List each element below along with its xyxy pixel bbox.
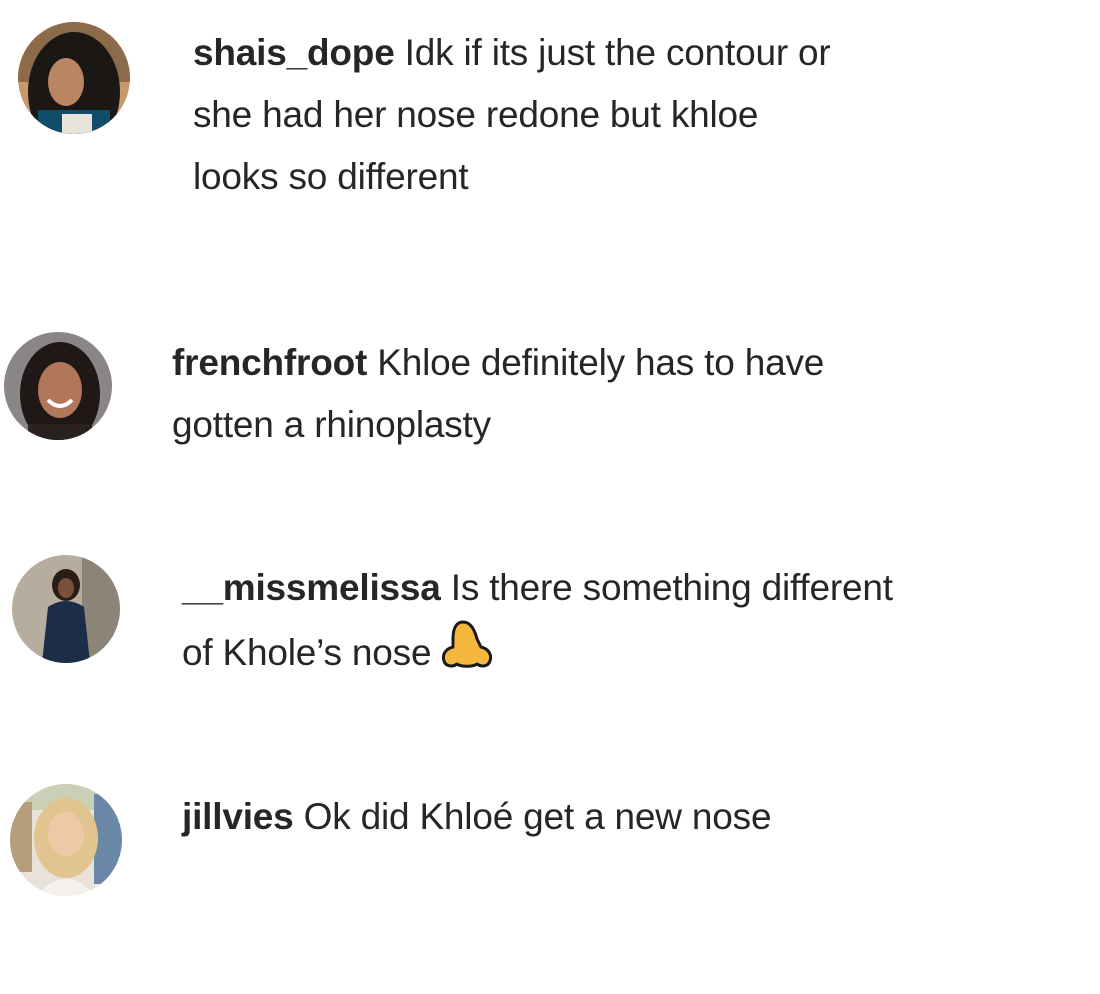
avatar-standing-woman-icon <box>12 555 120 663</box>
comment-text: shais_dope Idk if its just the contour o… <box>193 22 843 208</box>
avatar-smiling-woman-icon <box>4 332 112 440</box>
comment-body: Ok did Khloé get a new nose <box>303 796 772 837</box>
avatar[interactable] <box>12 555 120 663</box>
comment-username[interactable]: frenchfroot <box>172 342 367 383</box>
comment-item: shais_dope Idk if its just the contour o… <box>0 0 1100 280</box>
avatar-blonde-woman-icon <box>10 784 122 896</box>
comment-item: jillvies Ok did Khloé get a new nose <box>0 780 1100 950</box>
nose-emoji-icon <box>439 619 495 688</box>
avatar-dark-hair-icon <box>18 22 130 134</box>
comment-item: frenchfroot Khloe definitely has to have… <box>0 320 1100 470</box>
comment-username[interactable]: shais_dope <box>193 32 395 73</box>
comment-text: frenchfroot Khloe definitely has to have… <box>172 332 872 456</box>
avatar[interactable] <box>4 332 112 440</box>
comment-text: __missmelissa Is there something differe… <box>182 557 902 688</box>
comment-username[interactable]: jillvies <box>182 796 294 837</box>
comment-text: jillvies Ok did Khloé get a new nose <box>182 786 842 848</box>
avatar[interactable] <box>10 784 122 896</box>
avatar[interactable] <box>18 22 130 134</box>
comment-username[interactable]: __missmelissa <box>182 567 441 608</box>
comment-item: __missmelissa Is there something differe… <box>0 545 1100 705</box>
